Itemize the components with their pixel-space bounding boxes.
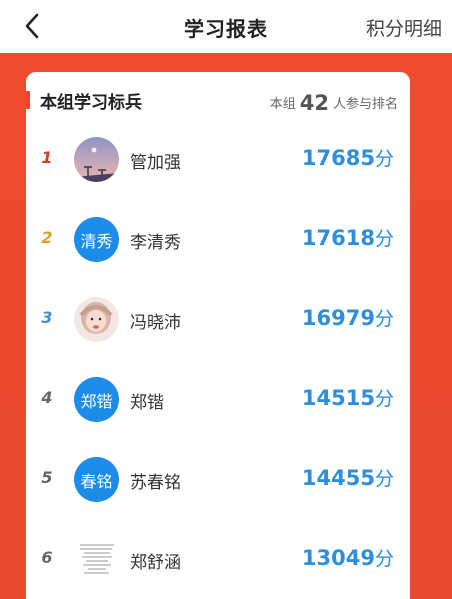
member-name: 冯晓沛 bbox=[130, 313, 181, 333]
member-score: 16979分 bbox=[302, 304, 394, 331]
ranking-row-4[interactable]: 4 郑锴 郑锴 14515分 bbox=[26, 370, 410, 430]
ranking-row-1[interactable]: 1 管加强 17685分 bbox=[26, 130, 410, 190]
score-unit: 分 bbox=[374, 228, 394, 250]
score-unit: 分 bbox=[374, 548, 394, 570]
member-score: 17618分 bbox=[302, 224, 394, 251]
score-value: 17618 bbox=[301, 226, 375, 250]
ranking-row-3[interactable]: 3 冯晓沛 16979分 bbox=[26, 290, 410, 350]
score-unit: 分 bbox=[374, 468, 394, 490]
score-unit: 分 bbox=[374, 148, 394, 170]
rank-number: 6 bbox=[41, 548, 53, 567]
rank-number: 5 bbox=[41, 468, 53, 487]
avatar-photo-icon bbox=[74, 297, 119, 342]
avatar bbox=[74, 537, 119, 582]
score-value: 13049 bbox=[301, 546, 375, 570]
ranking-card: 本组学习标兵 本组 42 人参与排名 1 管加强 17685分 2 清秀 李清秀… bbox=[26, 72, 410, 599]
member-name: 李清秀 bbox=[130, 233, 181, 253]
rank-number: 1 bbox=[41, 148, 53, 167]
member-score: 14455分 bbox=[302, 464, 394, 491]
score-unit: 分 bbox=[374, 308, 394, 330]
score-value: 16979 bbox=[301, 306, 375, 330]
member-score: 13049分 bbox=[302, 544, 394, 571]
card-title: 本组学习标兵 bbox=[40, 93, 142, 113]
member-name: 郑锴 bbox=[130, 393, 164, 413]
ranking-row-5[interactable]: 5 春铭 苏春铭 14455分 bbox=[26, 450, 410, 510]
rank-number: 4 bbox=[41, 388, 53, 407]
avatar bbox=[74, 137, 119, 182]
avatar-text-image-icon bbox=[74, 537, 119, 582]
points-detail-link[interactable]: 积分明细 bbox=[366, 14, 442, 41]
ranking-row-6[interactable]: 6 郑舒涵 13049分 bbox=[26, 530, 410, 590]
top-bar: 学习报表 积分明细 bbox=[0, 0, 452, 52]
avatar bbox=[74, 297, 119, 342]
card-header: 本组学习标兵 本组 42 人参与排名 bbox=[26, 86, 410, 116]
member-score: 17685分 bbox=[302, 144, 394, 171]
participants-count: 42 bbox=[299, 91, 329, 115]
member-name: 管加强 bbox=[130, 153, 181, 173]
ranking-row-2[interactable]: 2 清秀 李清秀 17618分 bbox=[26, 210, 410, 270]
rank-number: 3 bbox=[41, 308, 53, 327]
member-name: 郑舒涵 bbox=[130, 553, 181, 573]
member-score: 14515分 bbox=[302, 384, 394, 411]
avatar: 春铭 bbox=[74, 457, 119, 502]
accent-bar bbox=[26, 91, 30, 109]
score-value: 14515 bbox=[301, 386, 375, 410]
score-value: 14455 bbox=[301, 466, 375, 490]
participants-prefix: 本组 bbox=[269, 97, 296, 112]
member-name: 苏春铭 bbox=[130, 473, 181, 493]
participants-info: 本组 42 人参与排名 bbox=[269, 89, 398, 115]
avatar: 清秀 bbox=[74, 217, 119, 262]
avatar: 郑锴 bbox=[74, 377, 119, 422]
avatar-photo-icon bbox=[74, 137, 119, 182]
score-value: 17685 bbox=[301, 146, 375, 170]
score-unit: 分 bbox=[374, 388, 394, 410]
rank-number: 2 bbox=[41, 228, 53, 247]
participants-suffix: 人参与排名 bbox=[332, 97, 398, 112]
